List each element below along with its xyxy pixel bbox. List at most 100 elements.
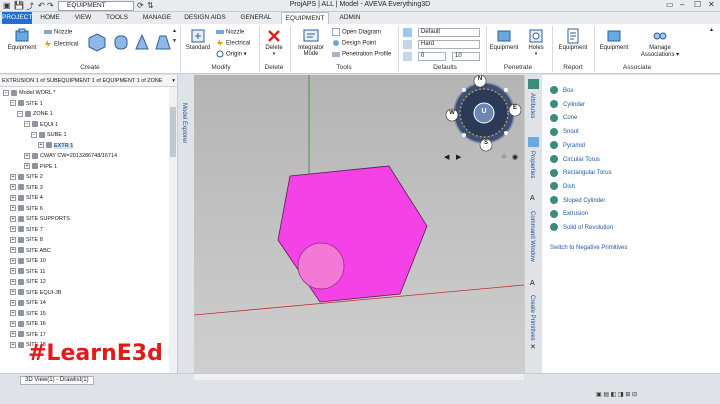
- tree-expand-icon[interactable]: −: [31, 131, 37, 138]
- switch-negative-primitives-link[interactable]: Switch to Negative Primitives: [550, 242, 627, 254]
- primitive-gallery[interactable]: [86, 32, 172, 52]
- tree-item[interactable]: − ZONE 1: [17, 109, 53, 119]
- modify-electrical-button[interactable]: Electrical: [216, 39, 250, 47]
- primitive-item[interactable]: Sloped Cylinder: [550, 195, 605, 207]
- command-window-tab[interactable]: Command Window: [529, 211, 535, 262]
- tree-expand-icon[interactable]: +: [10, 205, 16, 212]
- tree-expand-icon[interactable]: +: [10, 257, 16, 264]
- view-north-label[interactable]: N: [477, 76, 483, 82]
- tree-item[interactable]: + SITE 2: [10, 172, 43, 182]
- 3d-viewport[interactable]: N S E W U ◀ ▶ ⌂ ◉: [194, 75, 524, 373]
- tree-expand-icon[interactable]: +: [10, 289, 16, 296]
- maximize-button[interactable]: ☐: [694, 0, 701, 9]
- delete-button[interactable]: Delete ▾: [262, 28, 286, 57]
- tree-expand-icon[interactable]: +: [10, 310, 16, 317]
- tree-item[interactable]: + SITE 14: [10, 298, 46, 308]
- tree-item[interactable]: + SITE EQUI-JB: [10, 288, 61, 298]
- create-primitives-icon[interactable]: A: [530, 280, 535, 287]
- tree-item[interactable]: + SITE ABC: [10, 246, 51, 256]
- attributes-tab-icon[interactable]: [528, 79, 539, 89]
- tree-expand-icon[interactable]: +: [10, 236, 16, 243]
- view-up-label[interactable]: U: [480, 108, 488, 115]
- tree-item[interactable]: + SITE 8: [10, 235, 43, 245]
- primitive-item[interactable]: Rectangular Torus: [550, 167, 612, 179]
- tree-expand-icon[interactable]: −: [17, 110, 23, 117]
- defaults-from-field[interactable]: 0: [418, 52, 446, 61]
- model-explorer-tab[interactable]: Model Explorer: [181, 103, 187, 143]
- tree-item[interactable]: + SITE 3: [10, 183, 43, 193]
- tree-item[interactable]: + SITE 15: [10, 309, 46, 319]
- primitive-item[interactable]: Pyramid: [550, 140, 585, 152]
- view-south-label[interactable]: S: [483, 140, 489, 146]
- create-primitives-tab[interactable]: Create Primitives: [529, 295, 535, 341]
- close-button[interactable]: ✕: [708, 0, 715, 9]
- tree-item[interactable]: + SITE 6: [10, 204, 43, 214]
- tree-expand-icon[interactable]: +: [24, 152, 30, 159]
- primitive-item[interactable]: Snout: [550, 126, 579, 138]
- tree-item[interactable]: + SITE 17: [10, 330, 46, 340]
- primitive-item[interactable]: Solid of Revolution: [550, 222, 613, 234]
- tab-admin[interactable]: ADMIN: [334, 12, 366, 24]
- holes-button[interactable]: Holes ▾: [524, 28, 548, 57]
- integrator-mode-button[interactable]: Integrator Mode: [294, 28, 328, 57]
- tab-manage[interactable]: MANAGE: [139, 12, 175, 24]
- gallery-scroll-down[interactable]: ▼: [172, 38, 177, 44]
- primitive-item[interactable]: Circular Torus: [550, 154, 600, 166]
- explorer-scroll-thumb[interactable]: [170, 107, 176, 157]
- modify-standard-button[interactable]: Standard: [183, 28, 213, 51]
- tree-expand-icon[interactable]: +: [10, 320, 16, 327]
- tree-expand-icon[interactable]: −: [24, 121, 30, 128]
- view-home-icon[interactable]: ⌂: [502, 153, 506, 160]
- tree-expand-icon[interactable]: +: [10, 184, 16, 191]
- tab-equipment[interactable]: EQUIPMENT: [281, 12, 329, 24]
- 3d-scene[interactable]: [194, 75, 524, 373]
- explorer-dropdown-icon[interactable]: ▾: [172, 75, 175, 86]
- tab-view[interactable]: VIEW: [70, 12, 96, 24]
- penetrate-equipment-button[interactable]: Equipment: [488, 28, 520, 51]
- associate-equipment-button[interactable]: Equipment: [597, 28, 631, 51]
- defaults-to-field[interactable]: 10: [452, 52, 480, 61]
- tree-item[interactable]: − SUBE 1: [31, 130, 67, 140]
- gallery-scroll-up[interactable]: ▲: [172, 28, 177, 34]
- primitive-item[interactable]: Box: [550, 85, 573, 97]
- tree-expand-icon[interactable]: +: [38, 142, 44, 149]
- create-electrical-button[interactable]: Electrical: [44, 40, 78, 48]
- defaults-type-select[interactable]: Hard: [418, 40, 480, 49]
- design-point-button[interactable]: Design Point: [332, 39, 376, 47]
- tree-expand-icon[interactable]: +: [10, 247, 16, 254]
- primitive-item[interactable]: Cone: [550, 112, 577, 124]
- primitive-item[interactable]: Extrusion: [550, 208, 588, 220]
- tree-item[interactable]: + SITE SUPPORTS: [10, 214, 70, 224]
- properties-tab[interactable]: Properties: [529, 151, 535, 178]
- view-east-label[interactable]: E: [512, 105, 518, 111]
- modify-nozzle-button[interactable]: Nozzle: [216, 28, 244, 36]
- tree-expand-icon[interactable]: +: [10, 278, 16, 285]
- tree-expand-icon[interactable]: +: [10, 341, 16, 348]
- close-panel-icon[interactable]: ✕: [530, 343, 536, 351]
- tree-item[interactable]: − Model WORL *: [3, 88, 55, 98]
- tree-item[interactable]: − SITE 1: [10, 99, 43, 109]
- tree-expand-icon[interactable]: +: [10, 173, 16, 180]
- tab-project[interactable]: PROJECT: [2, 12, 32, 24]
- explorer-scrollbar[interactable]: [169, 87, 177, 373]
- minimize-button[interactable]: –: [680, 0, 684, 9]
- report-equipment-button[interactable]: Equipment: [554, 28, 592, 51]
- tree-expand-icon[interactable]: −: [3, 89, 9, 96]
- tree-item[interactable]: + SITE 7: [10, 225, 43, 235]
- defaults-spec-select[interactable]: Default: [418, 28, 480, 37]
- manage-associations-button[interactable]: Manage Associations ▾: [634, 28, 686, 58]
- primitive-item[interactable]: Cylinder: [550, 99, 585, 111]
- ribbon-collapse-icon[interactable]: ▴: [710, 26, 713, 33]
- tree-expand-icon[interactable]: +: [24, 163, 30, 170]
- tab-general[interactable]: GENERAL: [236, 12, 276, 24]
- tree-expand-icon[interactable]: +: [10, 215, 16, 222]
- view-options-icon[interactable]: ◉: [512, 153, 518, 161]
- tree-item[interactable]: + EXTR 1: [38, 141, 74, 151]
- view-rotate-left-icon[interactable]: ◀: [444, 153, 449, 161]
- tab-tools[interactable]: TOOLS: [102, 12, 132, 24]
- tree-item[interactable]: + SITE 10: [10, 256, 46, 266]
- tab-design-aids[interactable]: DESIGN AIDS: [184, 12, 226, 24]
- tree-item[interactable]: − EQUI 1: [24, 120, 58, 130]
- viewport-hscrollbar[interactable]: [194, 374, 524, 380]
- tree-item[interactable]: + PIPE 1: [24, 162, 57, 172]
